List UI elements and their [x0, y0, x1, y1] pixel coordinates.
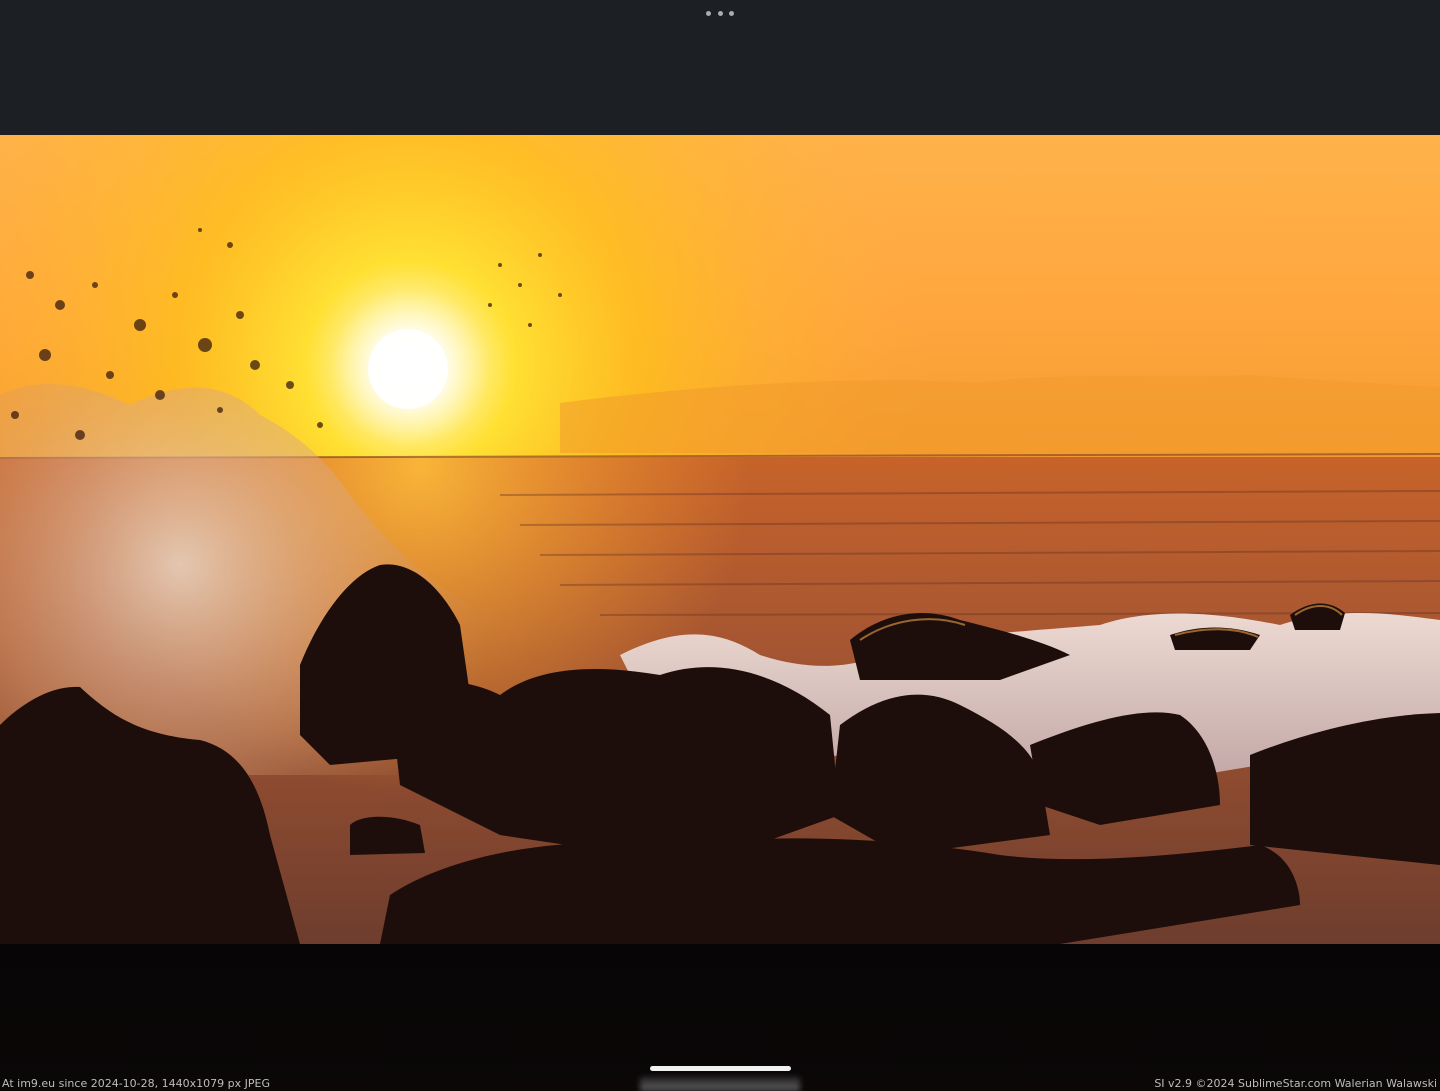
image-info-caption: At im9.eu since 2024-10-28, 1440x1079 px…	[2, 1077, 270, 1090]
home-indicator[interactable]	[650, 1066, 791, 1071]
sunset-photo[interactable]	[0, 135, 1440, 944]
more-options-button[interactable]	[706, 6, 734, 20]
photo-viewer-screen: At im9.eu since 2024-10-28, 1440x1079 px…	[0, 0, 1440, 1091]
home-indicator-glow	[640, 1077, 800, 1091]
top-toolbar	[0, 0, 1440, 135]
more-horizontal-icon-dot	[729, 10, 734, 16]
more-horizontal-icon-dot	[717, 10, 723, 16]
more-horizontal-icon	[706, 10, 711, 16]
credit-caption: SI v2.9 ©2024 SublimeStar.com Walerian W…	[1154, 1077, 1437, 1090]
